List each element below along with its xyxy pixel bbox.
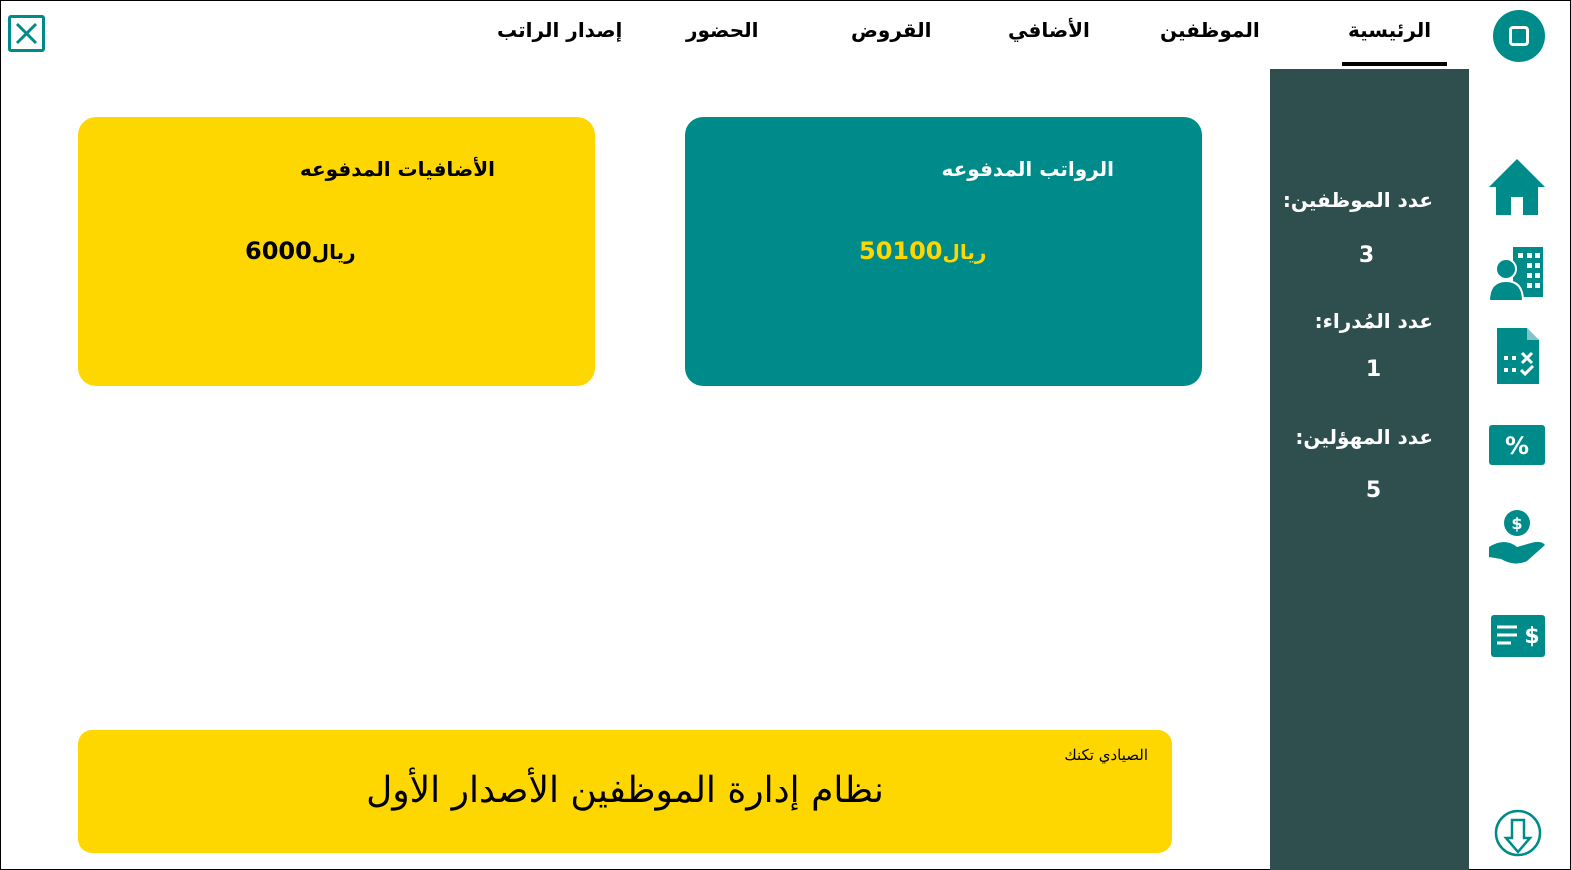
company-name: الصيادي تكنك (1064, 746, 1148, 764)
managers-count-label: عدد المُدراء: (1314, 309, 1433, 333)
employees-count-value: 3 (1358, 243, 1375, 268)
attendance-icon[interactable] (1487, 326, 1547, 386)
app-banner: الصيادي تكنك نظام إدارة الموظفين الأصدار… (78, 730, 1172, 853)
menu-toggle-icon[interactable] (1493, 10, 1545, 62)
paid-salaries-title: الرواتب المدفوعه (941, 157, 1115, 181)
app-title: نظام إدارة الموظفين الأصدار الأول (366, 770, 884, 811)
salary-slip-icon[interactable]: $ (1487, 605, 1547, 665)
paid-extras-value: 6000 (245, 237, 312, 265)
close-button[interactable] (8, 15, 45, 52)
paid-salaries-amount: ريال50100 (859, 237, 987, 265)
employees-icon[interactable] (1487, 243, 1547, 303)
tab-issue-salary[interactable]: إصدار الراتب (497, 18, 622, 42)
percent-icon[interactable]: % (1487, 413, 1547, 473)
svg-text:$: $ (1524, 624, 1539, 649)
tab-attendance[interactable]: الحضور (686, 18, 759, 42)
qualified-count-value: 5 (1365, 478, 1382, 503)
paid-extras-card: الأضافيات المدفوعه ريال6000 (78, 117, 595, 386)
tab-loans[interactable]: القروض (851, 18, 932, 42)
qualified-count-label: عدد المهؤلين: (1295, 425, 1433, 449)
paid-salaries-value: 50100 (859, 237, 943, 265)
loan-icon[interactable]: $ (1487, 507, 1547, 567)
paid-salaries-currency: ريال (942, 240, 987, 264)
close-icon (15, 22, 38, 45)
tab-employees[interactable]: الموظفين (1160, 18, 1260, 42)
svg-text:$: $ (1511, 514, 1522, 533)
tab-home[interactable]: الرئيسية (1341, 18, 1448, 66)
tab-overtime[interactable]: الأضافي (1008, 18, 1090, 42)
download-icon[interactable] (1493, 808, 1543, 858)
home-icon[interactable] (1487, 157, 1547, 217)
employees-count-label: عدد الموظفين: (1282, 188, 1433, 212)
svg-text:%: % (1505, 432, 1529, 460)
paid-salaries-card: الرواتب المدفوعه ريال50100 (685, 117, 1202, 386)
paid-extras-title: الأضافيات المدفوعه (299, 157, 495, 181)
managers-count-value: 1 (1365, 357, 1382, 382)
paid-extras-currency: ريال (311, 240, 356, 264)
paid-extras-amount: ريال6000 (245, 237, 356, 265)
stats-panel: عدد الموظفين: 3 عدد المُدراء: 1 عدد المه… (1270, 69, 1469, 870)
